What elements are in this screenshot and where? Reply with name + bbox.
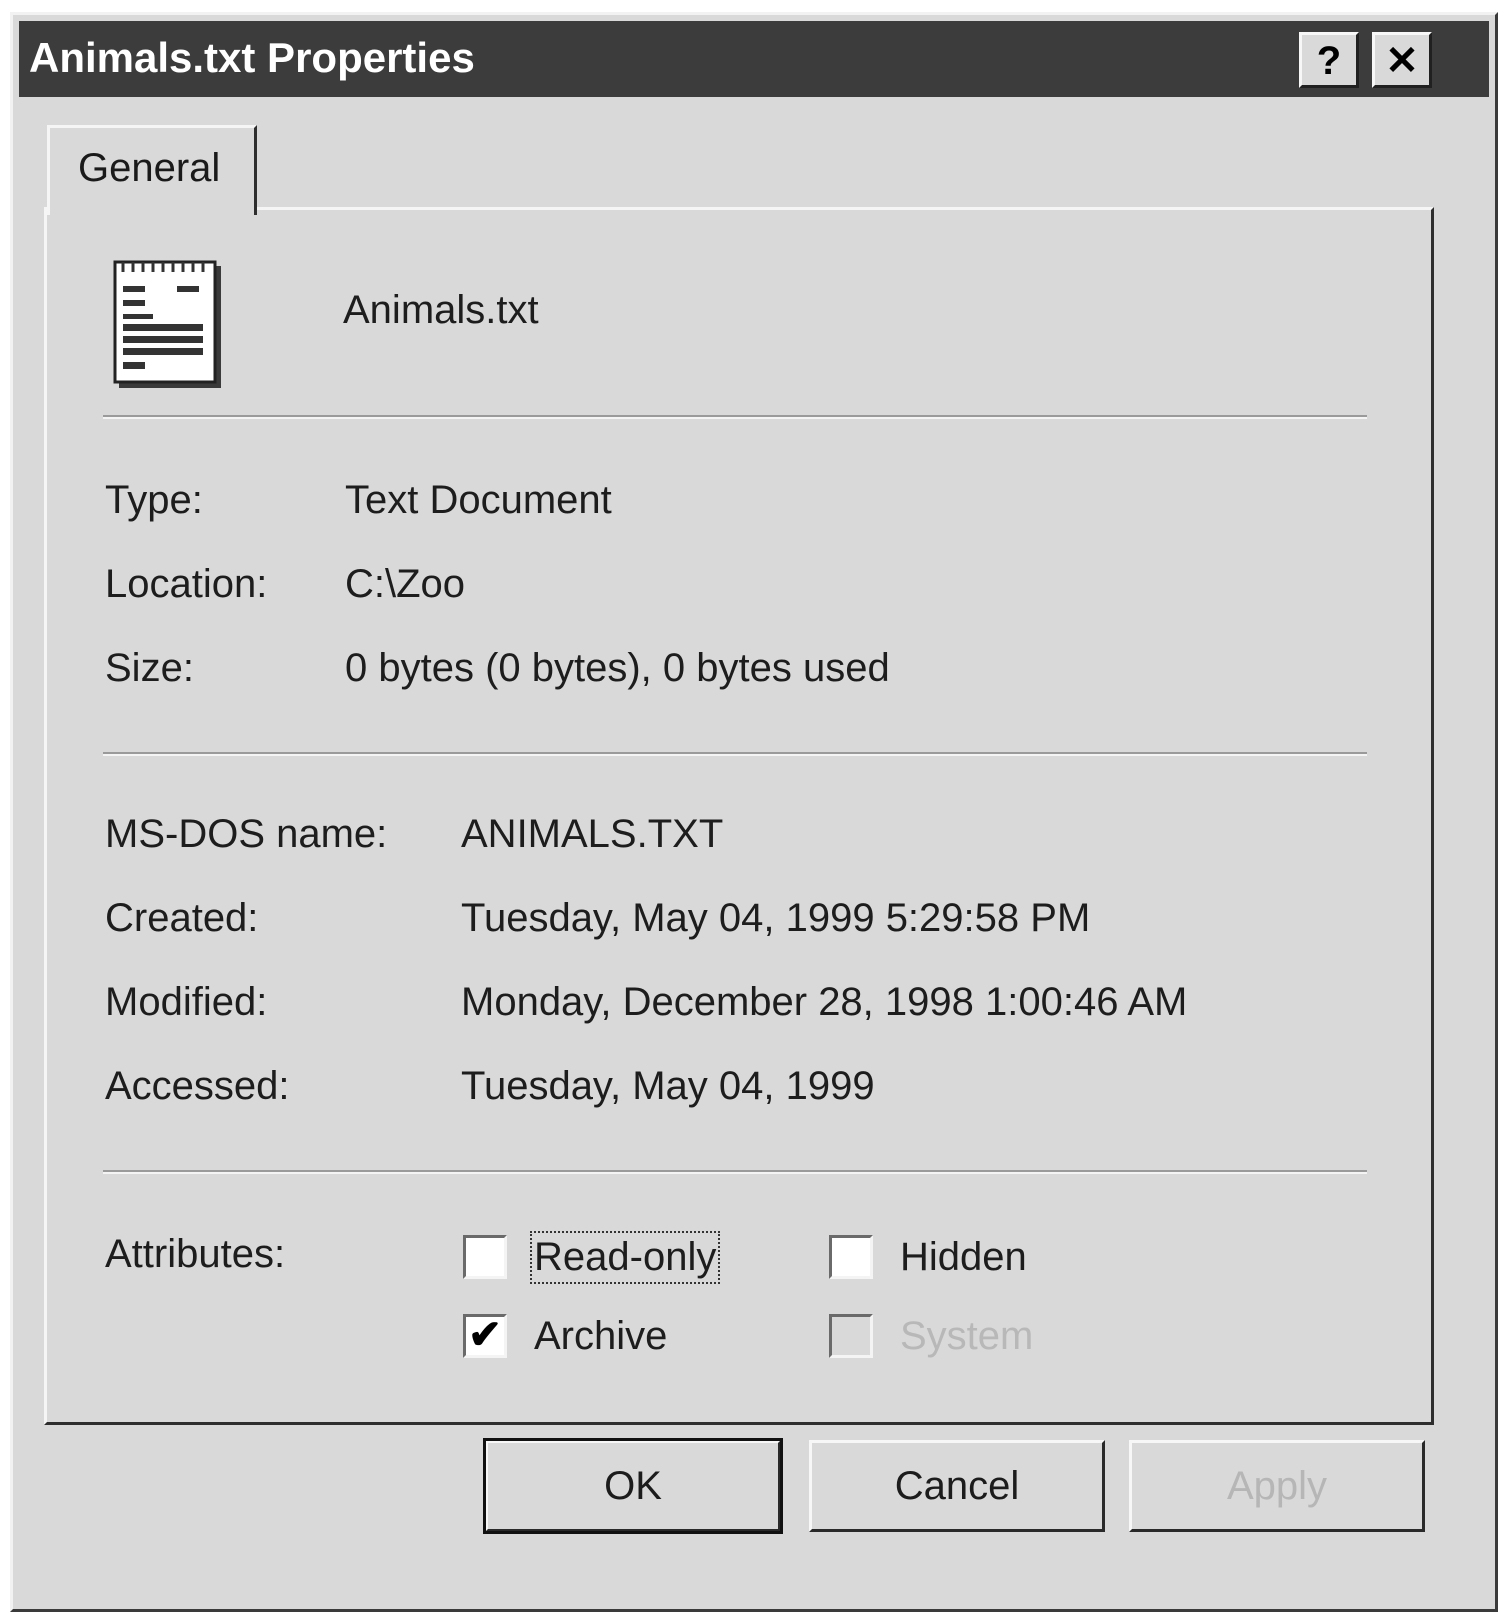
ok-button[interactable]: OK [483, 1438, 783, 1534]
size-value: 0 bytes (0 bytes), 0 bytes used [345, 646, 890, 690]
location-value: C:\Zoo [345, 562, 466, 606]
general-panel: Animals.txt Type: Text Document Location… [44, 207, 1434, 1425]
size-label: Size: [105, 646, 194, 690]
type-label: Type: [105, 478, 203, 522]
archive-label[interactable]: Archive [534, 1314, 667, 1359]
check-mark-icon: ✔ [468, 1313, 502, 1357]
tab-general-label: General [78, 146, 221, 190]
modified-value: Monday, December 28, 1998 1:00:46 AM [461, 980, 1188, 1024]
location-label: Location: [105, 562, 268, 606]
msdos-name-value: ANIMALS.TXT [461, 812, 724, 856]
apply-button: Apply [1129, 1440, 1425, 1532]
separator [103, 1170, 1367, 1174]
properties-dialog: Animals.txt Properties ? ✕ General Anima… [10, 12, 1498, 1612]
hidden-checkbox[interactable] [829, 1235, 873, 1279]
read-only-checkbox[interactable] [463, 1235, 507, 1279]
notepad-text-document-icon [113, 260, 221, 388]
tab-general[interactable]: General [47, 125, 257, 215]
attributes-label: Attributes: [105, 1232, 286, 1276]
title-bar[interactable]: Animals.txt Properties ? ✕ [19, 21, 1489, 97]
created-value: Tuesday, May 04, 1999 5:29:58 PM [461, 896, 1091, 940]
modified-label: Modified: [105, 980, 268, 1024]
close-button[interactable]: ✕ [1372, 32, 1432, 88]
separator [103, 415, 1367, 419]
archive-checkbox[interactable]: ✔ [463, 1314, 507, 1358]
window-title: Animals.txt Properties [29, 34, 475, 81]
created-label: Created: [105, 896, 259, 940]
system-label: System [900, 1314, 1034, 1358]
type-value: Text Document [345, 478, 612, 522]
hidden-label[interactable]: Hidden [900, 1235, 1027, 1280]
file-name: Animals.txt [343, 288, 539, 332]
read-only-label[interactable]: Read-only [529, 1231, 721, 1284]
help-button[interactable]: ? [1299, 32, 1359, 88]
separator [103, 752, 1367, 756]
msdos-name-label: MS-DOS name: [105, 812, 388, 856]
cancel-button[interactable]: Cancel [809, 1440, 1105, 1532]
system-checkbox [829, 1314, 873, 1358]
accessed-value: Tuesday, May 04, 1999 [461, 1064, 875, 1108]
accessed-label: Accessed: [105, 1064, 290, 1108]
